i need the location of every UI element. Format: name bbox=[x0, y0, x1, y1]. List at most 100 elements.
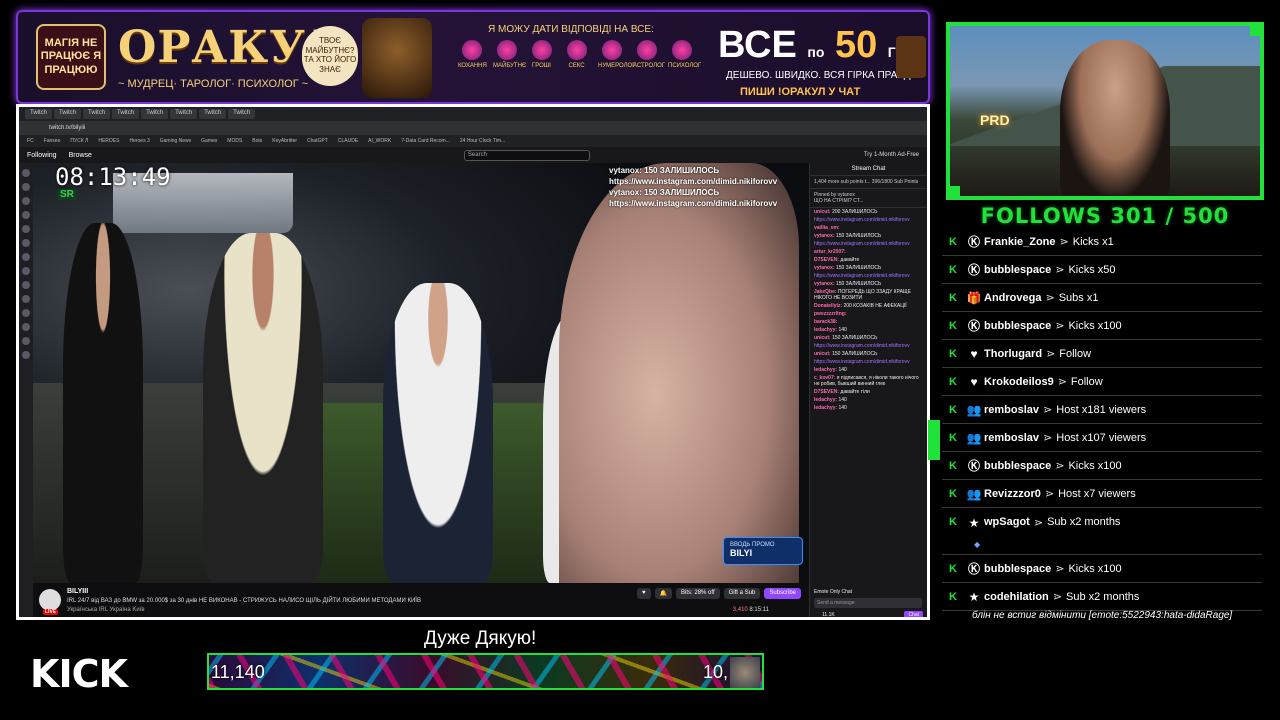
tag[interactable]: Українська bbox=[67, 607, 97, 613]
chat-username[interactable]: unicut: bbox=[814, 209, 831, 215]
channel-avatar[interactable] bbox=[22, 197, 30, 205]
event-text: Kicks x100 bbox=[1068, 319, 1122, 332]
chat-message: vytanox: 150 ЗАЛИШИЛОСЬ bbox=[810, 264, 927, 272]
bookmark[interactable]: 7-Data Card Recom... bbox=[401, 138, 450, 144]
chat-username[interactable]: D7SEVEN: bbox=[814, 389, 839, 395]
browser-tab[interactable]: Twitch bbox=[83, 109, 111, 119]
chat-username[interactable]: Donatellylz: bbox=[814, 303, 842, 309]
event-username: Thorlugard bbox=[984, 347, 1043, 360]
banner-topic-label: СЕКС bbox=[568, 63, 585, 69]
channel-avatar[interactable] bbox=[22, 267, 30, 275]
chat-username[interactable]: vaillia_sm: bbox=[814, 225, 840, 231]
chat-link[interactable]: https://www.instagram.com/dimid.nikiforo… bbox=[814, 343, 910, 349]
nav-browse[interactable]: Browse bbox=[69, 152, 92, 159]
chat-input[interactable]: Send a message bbox=[814, 598, 922, 608]
channel-avatar[interactable] bbox=[22, 253, 30, 261]
channel-avatar[interactable] bbox=[22, 169, 30, 177]
banner-icon-row: КОХАННЯ МАЙБУТНЄ ГРОШІ СЕКС НУМЕРОЛОГ АС… bbox=[458, 40, 701, 69]
chat-link[interactable]: https://www.instagram.com/dimid.nikiforo… bbox=[814, 273, 910, 279]
chat-username[interactable]: vytanox: bbox=[814, 233, 835, 239]
bookmark[interactable]: CLAUDE bbox=[338, 138, 358, 144]
search-input[interactable]: Search bbox=[463, 149, 590, 161]
channel-avatar[interactable] bbox=[22, 337, 30, 345]
bookmark[interactable]: Bots bbox=[252, 138, 262, 144]
overlay-message: https://www.instagram.com/dimid.nikiforo… bbox=[609, 198, 777, 209]
person bbox=[383, 283, 493, 583]
event-username: codehilation bbox=[984, 590, 1049, 603]
bookmark[interactable]: AI_WORK bbox=[368, 138, 391, 144]
heart-icon[interactable]: ♥ bbox=[637, 588, 651, 599]
ad-free-button[interactable]: Try 1-Month Ad-Free bbox=[864, 152, 919, 158]
chat-send-button[interactable]: Chat bbox=[904, 611, 923, 617]
chat-link[interactable]: https://www.instagram.com/dimid.nikiforo… bbox=[814, 241, 910, 247]
bookmark[interactable]: MODS bbox=[227, 138, 242, 144]
bookmark[interactable]: ПУСК Л bbox=[70, 138, 88, 144]
subscribe-button[interactable]: Subscribe bbox=[764, 588, 801, 599]
bell-icon[interactable]: 🔔 bbox=[654, 588, 673, 599]
chat-message: D7SEVEN: давайте тіли bbox=[810, 388, 927, 396]
event-username: remboslav bbox=[984, 431, 1040, 444]
browser-tab[interactable]: Twitch bbox=[228, 109, 256, 119]
chat-username[interactable]: ledachyy: bbox=[814, 405, 837, 411]
chat-username[interactable]: vytanox: bbox=[814, 265, 835, 271]
chat-message: c_kov07: я підписався, я ніколи такого н… bbox=[810, 374, 927, 388]
gift-icon: 🎁 bbox=[966, 290, 982, 305]
chat-username[interactable]: ledachyy: bbox=[814, 397, 837, 403]
bookmark[interactable]: KeyAbritter bbox=[272, 138, 297, 144]
channel-avatar[interactable] bbox=[22, 183, 30, 191]
chat-username[interactable]: unicut: bbox=[814, 335, 831, 341]
chat-username[interactable]: barack38: bbox=[814, 319, 837, 325]
bookmark[interactable]: Games bbox=[201, 138, 217, 144]
channel-avatar[interactable] bbox=[22, 225, 30, 233]
chat-username[interactable]: D7SEVEN: bbox=[814, 257, 839, 263]
channel-avatar[interactable] bbox=[39, 589, 61, 611]
bookmark[interactable]: HEROES bbox=[98, 138, 119, 144]
bookmark[interactable]: Heroes 3 bbox=[129, 138, 149, 144]
browser-tab[interactable]: Twitch bbox=[199, 109, 227, 119]
chat-link[interactable]: https://www.instagram.com/dimid.nikiforo… bbox=[814, 217, 910, 223]
channel-avatar[interactable] bbox=[22, 211, 30, 219]
browser-tab[interactable]: Twitch bbox=[141, 109, 169, 119]
tag[interactable]: IRL bbox=[99, 607, 108, 613]
chat-username[interactable]: ledachyy: bbox=[814, 367, 837, 373]
channel-avatar[interactable] bbox=[22, 309, 30, 317]
chat-username[interactable]: artur_kr2007: bbox=[814, 249, 846, 255]
address-bar[interactable]: twitch.tv/bilyiii bbox=[19, 121, 927, 135]
tag[interactable]: Україна bbox=[110, 607, 131, 613]
browser-tab[interactable]: Twitch bbox=[25, 109, 53, 119]
streamer-face bbox=[559, 163, 799, 583]
video-player[interactable]: 08:13:49 SR vytanox: 150 ЗАЛИШИЛОСЬ http… bbox=[33, 163, 809, 583]
chat-message: ledachyy: 140 bbox=[810, 326, 927, 334]
chat-username[interactable]: pwezzzzrltng: bbox=[814, 311, 847, 317]
channel-avatar[interactable] bbox=[22, 323, 30, 331]
bookmark[interactable]: FC bbox=[27, 138, 34, 144]
browser-tab[interactable]: Twitch bbox=[54, 109, 82, 119]
viewer-count: 3,410 8:15:11 bbox=[733, 607, 769, 613]
bookmark[interactable]: ChatGPT bbox=[307, 138, 328, 144]
channel-points[interactable]: 11.1K bbox=[818, 611, 839, 617]
channel-avatar[interactable] bbox=[22, 281, 30, 289]
bookmark[interactable]: Gaming News bbox=[160, 138, 191, 144]
bookmark[interactable]: Fansee bbox=[44, 138, 61, 144]
separator-icon: ⋗ bbox=[1046, 348, 1056, 360]
browser-tab[interactable]: Twitch bbox=[170, 109, 198, 119]
channel-avatar[interactable] bbox=[22, 295, 30, 303]
chat-link[interactable]: https://www.instagram.com/dimid.nikiforo… bbox=[814, 359, 910, 365]
channel-avatar[interactable] bbox=[22, 239, 30, 247]
bits-button[interactable]: Bits: 28% off bbox=[676, 588, 720, 599]
banner-topic-label: НУМЕРОЛОГ bbox=[598, 63, 636, 69]
oracle-banner: МАГІЯ НЕ ПРАЦЮЄ Я ПРАЦЮЮ ОРАКУЛ ~ МУДРЕЦ… bbox=[16, 10, 930, 104]
gift-sub-button[interactable]: Gift a Sub bbox=[723, 588, 761, 599]
goal-thumbnail bbox=[730, 657, 760, 688]
separator-icon: ⋗ bbox=[1043, 432, 1053, 444]
chat-username[interactable]: vytanox: bbox=[814, 281, 835, 287]
channel-avatar[interactable] bbox=[22, 351, 30, 359]
channel-name[interactable]: BILYIII bbox=[67, 588, 88, 595]
tag[interactable]: Kиїв bbox=[132, 607, 144, 613]
bookmark[interactable]: 24 Hour Clock Tim... bbox=[460, 138, 505, 144]
chat-username[interactable]: unicut: bbox=[814, 351, 831, 357]
chat-username[interactable]: ledachyy: bbox=[814, 327, 837, 333]
browser-tab[interactable]: Twitch bbox=[112, 109, 140, 119]
nav-following[interactable]: Following bbox=[27, 152, 57, 159]
browser-tabbar: Twitch Twitch Twitch Twitch Twitch Twitc… bbox=[19, 107, 927, 121]
